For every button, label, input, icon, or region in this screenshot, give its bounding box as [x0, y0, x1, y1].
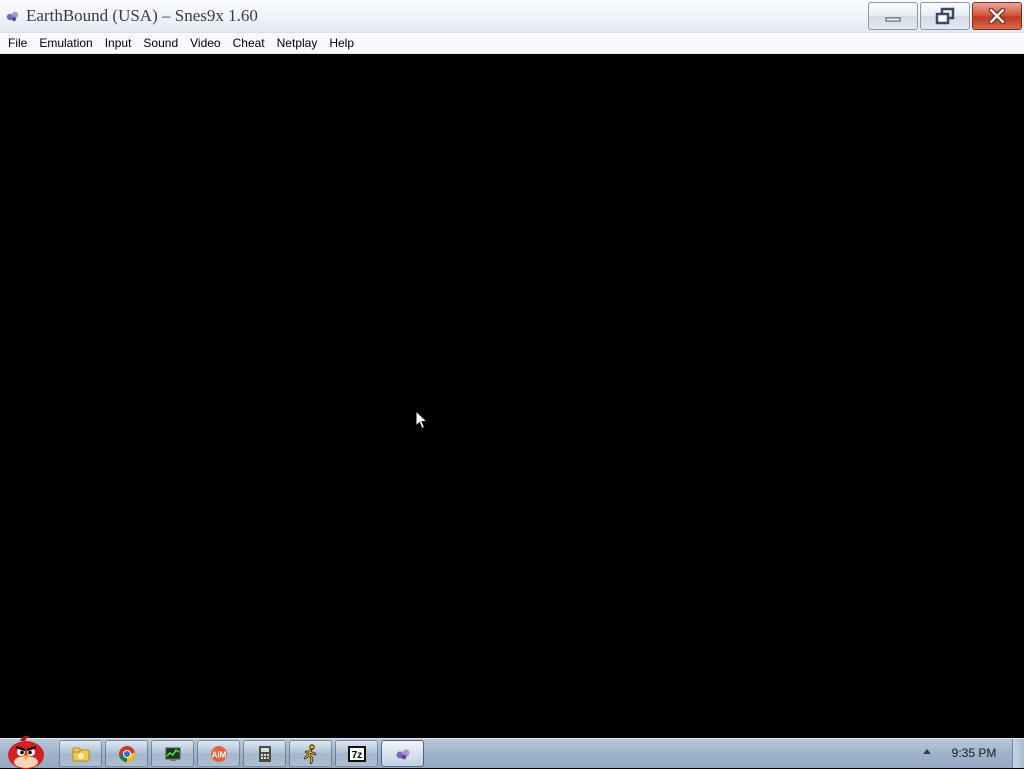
- angry-bird-start-orb-icon[interactable]: [2, 733, 50, 769]
- close-button[interactable]: [972, 2, 1022, 30]
- menu-video[interactable]: Video: [184, 33, 226, 53]
- close-icon: [988, 8, 1006, 24]
- menu-help[interactable]: Help: [323, 33, 360, 53]
- menu-netplay[interactable]: Netplay: [271, 33, 324, 53]
- restore-icon: [935, 7, 955, 25]
- window-titlebar[interactable]: EarthBound (USA) – Snes9x 1.60: [0, 0, 1024, 33]
- snes9x-app-icon: [6, 11, 19, 22]
- svg-text:7z: 7z: [351, 750, 362, 761]
- mouse-cursor-icon: [415, 410, 429, 430]
- taskbar-aim-button[interactable]: AIM: [197, 740, 240, 767]
- taskbar-calculator-button[interactable]: [243, 740, 286, 767]
- aim-runner-icon: [303, 743, 316, 764]
- system-clock[interactable]: 9:35 PM: [940, 746, 1008, 760]
- menu-cheat[interactable]: Cheat: [227, 33, 271, 53]
- menu-sound[interactable]: Sound: [137, 33, 184, 53]
- menu-emulation[interactable]: Emulation: [33, 33, 98, 53]
- taskbar-explorer-button[interactable]: [59, 740, 102, 767]
- task-manager-icon: [165, 747, 180, 761]
- taskbar: AIM 7z 9:35 PM: [0, 735, 1024, 769]
- menu-bar: File Emulation Input Sound Video Cheat N…: [0, 33, 1024, 54]
- windows-explorer-icon: [72, 747, 89, 761]
- game-display[interactable]: [0, 54, 1024, 738]
- menu-input[interactable]: Input: [99, 33, 138, 53]
- taskbar-taskmanager-button[interactable]: [151, 740, 194, 767]
- calculator-icon: [258, 745, 271, 762]
- minimize-button[interactable]: [868, 2, 918, 30]
- menu-file[interactable]: File: [2, 33, 33, 53]
- taskbar-chrome-button[interactable]: [105, 740, 148, 767]
- taskbar-7zip-button[interactable]: 7z: [335, 740, 378, 767]
- snes9x-icon: [396, 749, 409, 759]
- svg-text:AIM: AIM: [211, 750, 226, 759]
- window-title: EarthBound (USA) – Snes9x 1.60: [26, 6, 258, 25]
- show-desktop-button[interactable]: [1012, 739, 1024, 768]
- taskbar-aim-runner-button[interactable]: [289, 740, 332, 767]
- show-hidden-icons-icon[interactable]: [923, 749, 931, 754]
- aim-icon: AIM: [210, 745, 227, 762]
- chrome-icon: [118, 745, 135, 762]
- minimize-icon: [885, 17, 901, 22]
- restore-button[interactable]: [920, 2, 970, 30]
- 7zip-icon: 7z: [347, 745, 366, 762]
- taskbar-snes9x-button[interactable]: [381, 740, 424, 767]
